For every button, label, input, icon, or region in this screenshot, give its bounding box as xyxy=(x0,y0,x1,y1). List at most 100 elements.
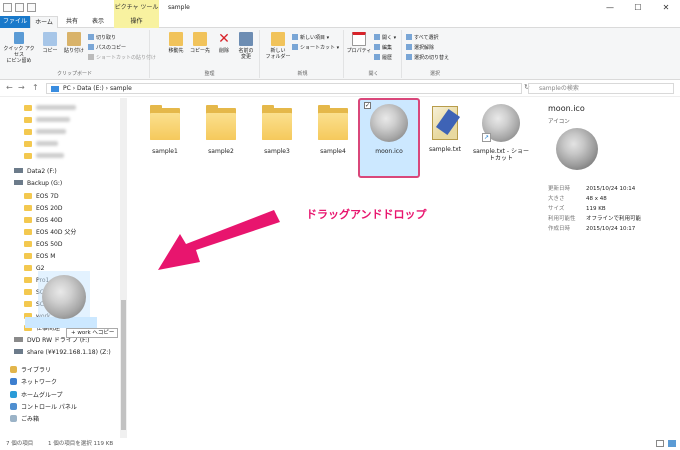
select-all-button[interactable]: すべて選択 xyxy=(406,34,438,42)
pen-icon xyxy=(435,108,461,136)
sidebar-item[interactable] xyxy=(24,127,66,138)
file-name: sample4 xyxy=(320,148,346,155)
sidebar-item-label: ごみ箱 xyxy=(21,416,40,423)
folder-icon xyxy=(24,265,32,271)
file-item[interactable]: sample2 xyxy=(192,104,250,155)
file-item[interactable]: sample3 xyxy=(248,104,306,155)
window-title: sample xyxy=(168,4,190,11)
sidebar-item[interactable]: EOS 50D xyxy=(24,239,62,250)
file-item[interactable]: moon.ico xyxy=(360,104,418,155)
cut-button[interactable]: 切り取り xyxy=(88,34,116,42)
scrollbar-thumb[interactable] xyxy=(121,300,126,430)
sidebar-item[interactable]: コントロール パネル xyxy=(10,402,77,413)
history-button[interactable]: 履歴 xyxy=(374,54,392,62)
sidebar-item[interactable] xyxy=(24,139,58,150)
sidebar-item-label: EOS 40D xyxy=(36,217,63,224)
up-button[interactable]: ↑ xyxy=(32,83,39,92)
redacted-label xyxy=(36,141,58,146)
file-item[interactable]: sample1 xyxy=(136,104,194,155)
tab-share[interactable]: 共有 xyxy=(60,16,84,28)
folder-icon xyxy=(24,117,32,123)
sidebar-item[interactable]: share (¥¥192.168.1.18) (Z:) xyxy=(14,347,111,358)
close-button[interactable]: ✕ xyxy=(652,0,680,16)
details-view-icon[interactable] xyxy=(656,440,664,447)
open-icon xyxy=(374,34,380,40)
sidebar-item-label: EOS 50D xyxy=(36,241,63,248)
paste-button[interactable]: 貼り付け xyxy=(62,32,86,54)
sidebar-item[interactable]: ごみ箱 xyxy=(10,414,39,425)
qat-icon[interactable] xyxy=(3,3,12,12)
sidebar-item[interactable]: EOS 7D xyxy=(24,191,59,202)
sidebar-item[interactable]: EOS 40D xyxy=(24,215,62,226)
sidebar-item[interactable]: Backup (G:) xyxy=(14,178,62,189)
paste-icon xyxy=(67,32,81,46)
sidebar-item[interactable] xyxy=(24,103,76,114)
ribbon: クイック アクセス にピン留め コピー 貼り付け 切り取り パスのコピー ショー… xyxy=(0,28,680,80)
folder-icon xyxy=(24,193,32,199)
minimize-button[interactable]: — xyxy=(596,0,624,16)
qat-icon[interactable] xyxy=(27,3,36,12)
sidebar-item[interactable]: ネットワーク xyxy=(10,377,57,388)
select-none-button[interactable]: 選択解除 xyxy=(406,44,434,52)
sidebar-item-label: EOS M xyxy=(36,253,56,260)
sidebar-item-label: DVD RW ドライブ (F:) xyxy=(27,337,90,344)
sidebar-item[interactable]: EOS 40D 父分 xyxy=(24,227,76,238)
large-icons-view-icon[interactable] xyxy=(668,440,676,447)
tab-file[interactable]: ファイル xyxy=(0,16,30,28)
rename-button[interactable]: 名前の 変更 xyxy=(234,32,258,60)
qat-icon[interactable] xyxy=(15,3,24,12)
sidebar-item[interactable]: ホームグループ xyxy=(10,390,62,401)
preview-value: 2015/10/24 10:17 xyxy=(586,226,636,232)
open-button[interactable]: 開く ▾ xyxy=(374,34,396,42)
properties-button[interactable]: プロパティ xyxy=(346,32,372,54)
paste-shortcut-button[interactable]: ショートカットの貼り付け xyxy=(88,54,156,62)
move-to-button[interactable]: 移動先 xyxy=(164,32,188,54)
preview-row: 更新日時 2015/10/24 10:14 xyxy=(548,186,635,193)
file-item[interactable]: ↗ sample.txt - ショートカット xyxy=(472,104,530,162)
pin-icon xyxy=(14,32,24,44)
library-icon xyxy=(10,366,17,373)
copy-to-button[interactable]: コピー先 xyxy=(188,32,212,54)
select-group: すべて選択 選択解除 選択の切り替え 選択 xyxy=(404,30,466,78)
file-name: sample2 xyxy=(208,148,234,155)
sidebar-item[interactable]: EOS M xyxy=(24,251,55,262)
tab-manage[interactable]: 操作 xyxy=(114,16,159,28)
file-item[interactable]: sample.txt xyxy=(416,104,474,153)
group-label-select: 選択 xyxy=(429,71,440,77)
back-button[interactable]: ← xyxy=(6,83,13,92)
status-bar: 7 個の項目 1 個の項目を選択 119 KB xyxy=(0,438,680,450)
ribbon-tabs: ファイル ホーム 共有 表示 操作 xyxy=(0,16,680,28)
pin-quick-access-button[interactable]: クイック アクセス にピン留め xyxy=(2,32,36,64)
new-folder-button[interactable]: 新しい フォルダー xyxy=(264,32,292,60)
file-name: sample1 xyxy=(152,148,178,155)
redacted-label xyxy=(36,117,70,122)
preview-key: サイズ xyxy=(548,206,565,212)
folder-icon xyxy=(204,104,238,142)
drag-arrow-annotation xyxy=(158,210,280,270)
search-input[interactable]: sampleの検索 xyxy=(528,83,674,94)
sidebar-item[interactable]: Data2 (F:) xyxy=(14,166,57,177)
file-item[interactable]: sample4 xyxy=(304,104,362,155)
drag-drop-caption: ドラッグアンドドロップ xyxy=(306,208,427,221)
new-item-button[interactable]: 新しい項目 ▾ xyxy=(292,34,329,42)
sidebar-item[interactable] xyxy=(24,151,64,162)
preview-row: 大きさ 48 x 48 xyxy=(548,196,607,203)
copy-button[interactable]: コピー xyxy=(38,32,62,54)
sidebar-item[interactable] xyxy=(24,115,70,126)
edit-button[interactable]: 編集 xyxy=(374,44,392,52)
drive-icon xyxy=(14,168,23,173)
maximize-button[interactable]: ☐ xyxy=(624,0,652,16)
tab-home[interactable]: ホーム xyxy=(30,16,58,28)
pc-icon xyxy=(51,86,59,92)
invert-selection-button[interactable]: 選択の切り替え xyxy=(406,54,449,62)
sidebar-item[interactable]: ライブラリ xyxy=(10,365,51,376)
forward-button[interactable]: → xyxy=(18,83,25,92)
tab-view[interactable]: 表示 xyxy=(86,16,110,28)
address-field[interactable]: PC › Data (E:) › sample xyxy=(46,83,522,94)
delete-button[interactable]: ✕ 削除 xyxy=(212,32,236,54)
preview-row: 作成日時 2015/10/24 10:17 xyxy=(548,226,635,233)
shortcut-button[interactable]: ショートカット ▾ xyxy=(292,44,339,52)
sidebar-item[interactable]: EOS 20D xyxy=(24,203,62,214)
sidebar-item-label: Data2 (F:) xyxy=(27,168,57,175)
copy-path-button[interactable]: パスのコピー xyxy=(88,44,126,52)
